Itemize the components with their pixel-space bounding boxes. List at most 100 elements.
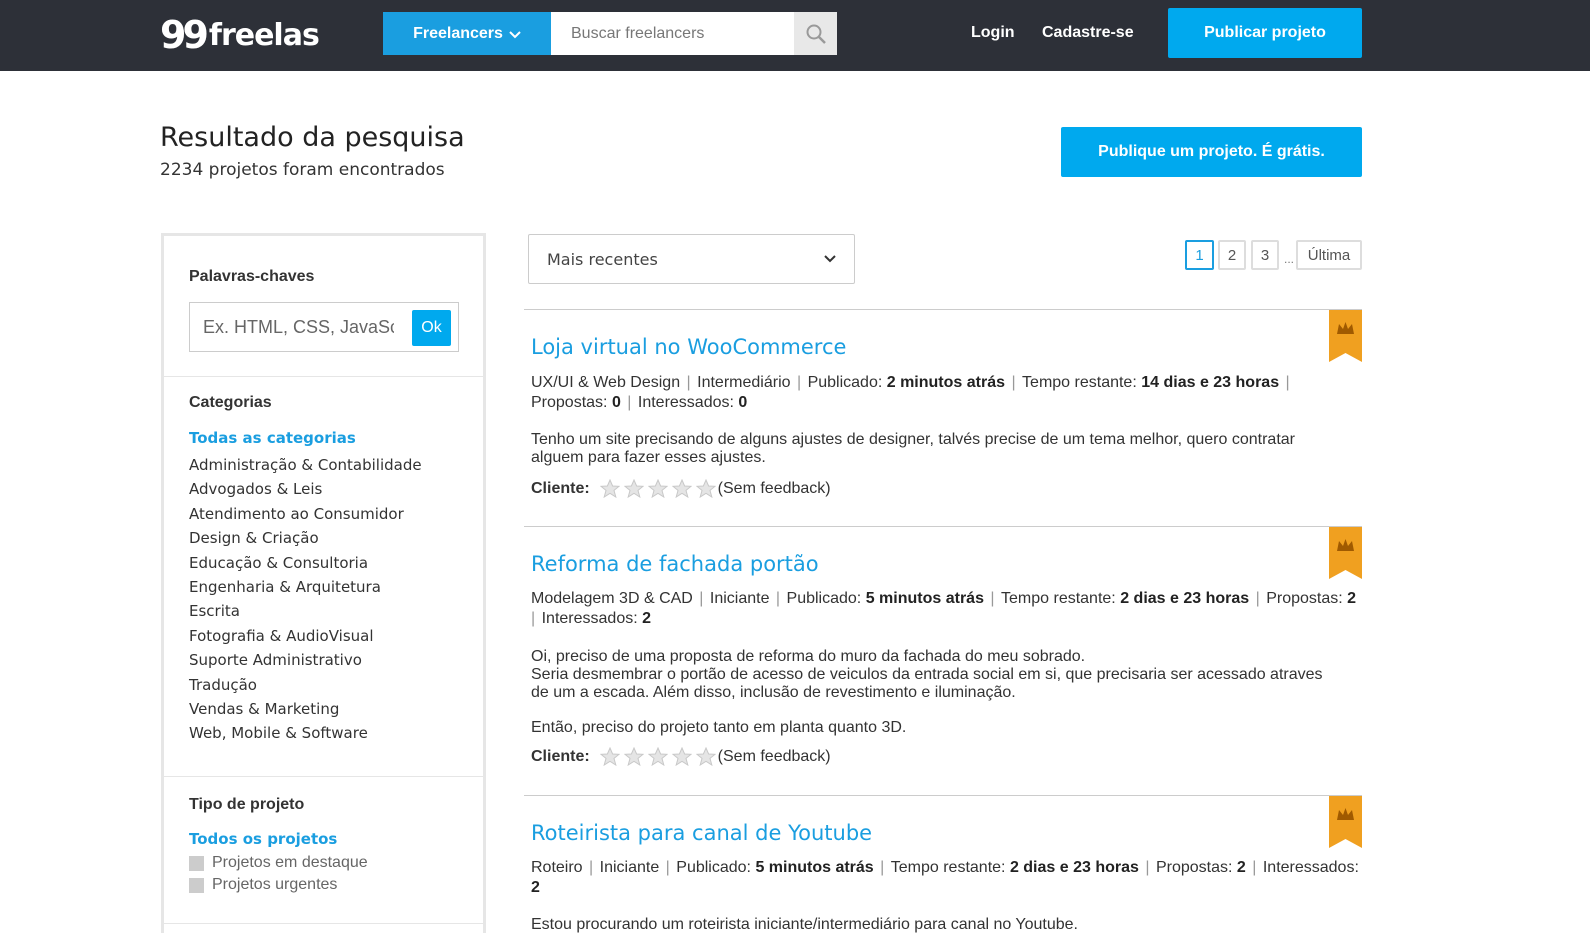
project-category[interactable]: Roteiro (531, 859, 583, 876)
project-description: Estou procurando um roteirista iniciante… (531, 916, 1331, 933)
project-category[interactable]: Modelagem 3D & CAD (531, 590, 693, 607)
category-item[interactable]: Escrita (189, 601, 422, 625)
category-item[interactable]: Administração & Contabilidade (189, 455, 422, 479)
keywords-input[interactable] (191, 304, 406, 350)
project-card: Roteirista para canal de Youtube Roteiro… (524, 795, 1362, 933)
description-paragraph: Tenho um site precisando de alguns ajust… (531, 431, 1295, 466)
featured-ribbon-icon (1329, 796, 1362, 848)
logo-number: 99 (160, 13, 209, 57)
rating-stars (599, 479, 716, 498)
proposals-label: Propostas: (1266, 590, 1343, 607)
project-card: Reforma de fachada portão Modelagem 3D &… (524, 526, 1362, 796)
top-navbar: 99 freelas Freelancers Login Cadastre-se… (0, 0, 1590, 71)
star-icon (647, 479, 668, 498)
category-item[interactable]: Design & Criação (189, 528, 422, 552)
no-feedback-label: (Sem feedback) (717, 479, 831, 497)
page-3-button[interactable]: 3 (1251, 240, 1279, 270)
interested-value: 2 (642, 610, 652, 627)
chevron-down-icon (824, 255, 836, 263)
logo[interactable]: 99 freelas (160, 13, 320, 57)
divider (164, 776, 483, 777)
divider (164, 923, 483, 924)
category-item[interactable]: Suporte Administrativo (189, 650, 422, 674)
proposals-value: 2 (1347, 590, 1357, 607)
interested-label: Interessados: (541, 610, 638, 627)
project-title[interactable]: Loja virtual no WooCommerce (531, 335, 846, 359)
project-level: Intermediário (697, 374, 791, 391)
proposals-label: Propostas: (1155, 859, 1233, 876)
search-icon (806, 24, 826, 44)
description-paragraph: Então, preciso do projeto tanto em plant… (531, 719, 907, 736)
category-item[interactable]: Web, Mobile & Software (189, 723, 422, 747)
proposals-label: Propostas: (531, 394, 608, 411)
page-title: Resultado da pesquisa (160, 122, 465, 153)
search-button[interactable] (794, 12, 837, 55)
filter-sidebar: Palavras-chaves Ok Categorias Todas as c… (161, 233, 486, 933)
keywords-heading: Palavras-chaves (189, 268, 315, 285)
project-title[interactable]: Roteirista para canal de Youtube (531, 821, 872, 845)
page-2-button[interactable]: 2 (1218, 240, 1246, 270)
page-1-button[interactable]: 1 (1185, 240, 1214, 270)
project-level: Iniciante (599, 859, 660, 876)
freelancers-dropdown[interactable]: Freelancers (383, 12, 551, 55)
search-input[interactable] (551, 12, 794, 55)
interested-value: 2 (531, 879, 540, 896)
description-paragraph: Estou procurando um roteirista iniciante… (531, 916, 1078, 933)
interested-value: 0 (738, 394, 748, 411)
project-meta: Modelagem 3D & CAD | Iniciante | Publica… (531, 590, 1357, 627)
category-item[interactable]: Tradução (189, 675, 422, 699)
project-description: Oi, preciso de uma proposta de reforma d… (531, 648, 1331, 737)
category-item[interactable]: Advogados & Leis (189, 479, 422, 503)
keywords-ok-button[interactable]: Ok (412, 310, 451, 346)
star-icon (623, 479, 644, 498)
star-icon (695, 479, 716, 498)
featured-projects-checkbox[interactable]: Projetos em destaque (189, 852, 368, 874)
login-link[interactable]: Login (971, 24, 1015, 42)
publish-free-button[interactable]: Publique um projeto. É grátis. (1061, 127, 1362, 177)
urgent-projects-checkbox[interactable]: Projetos urgentes (189, 874, 368, 896)
publish-project-button[interactable]: Publicar projeto (1168, 8, 1362, 58)
featured-ribbon-icon (1329, 310, 1362, 362)
remaining-value: 2 dias e 23 horas (1009, 859, 1139, 876)
remaining-label: Tempo restante: (1022, 374, 1137, 391)
checkbox-label: Projetos urgentes (212, 876, 338, 893)
proposals-value: 0 (611, 394, 621, 411)
category-item[interactable]: Fotografia & AudioVisual (189, 626, 422, 650)
no-feedback-label: (Sem feedback) (717, 747, 831, 765)
category-item[interactable]: Educação & Consultoria (189, 553, 422, 577)
freelancers-dropdown-label: Freelancers (413, 24, 503, 42)
published-value: 5 minutos atrás (865, 590, 984, 607)
category-item[interactable]: Vendas & Marketing (189, 699, 422, 723)
rating-stars (599, 747, 716, 766)
categories-heading: Categorias (189, 394, 272, 411)
project-title[interactable]: Reforma de fachada portão (531, 552, 819, 576)
sort-select[interactable]: Mais recentes (528, 234, 855, 284)
checkbox-box[interactable] (189, 877, 204, 893)
client-rating: Cliente: (Sem feedback) (531, 479, 831, 498)
star-icon (623, 747, 644, 766)
client-rating: Cliente: (Sem feedback) (531, 747, 831, 766)
featured-ribbon-icon (1329, 527, 1362, 579)
chevron-down-icon (509, 30, 521, 38)
description-paragraph: Oi, preciso de uma proposta de reforma d… (531, 648, 1086, 665)
signup-link[interactable]: Cadastre-se (1042, 24, 1134, 42)
category-item[interactable]: Engenharia & Arquitetura (189, 577, 422, 601)
project-card: Loja virtual no WooCommerce UX/UI & Web … (524, 309, 1362, 527)
published-label: Publicado: (786, 590, 862, 607)
project-type-options: Projetos em destaque Projetos urgentes (189, 852, 368, 896)
published-label: Publicado: (676, 859, 751, 876)
category-item[interactable]: Atendimento ao Consumidor (189, 504, 422, 528)
checkbox-box[interactable] (189, 855, 204, 871)
description-paragraph: Seria desmembrar o portão de acesso de v… (531, 666, 1323, 701)
checkbox-label: Projetos em destaque (212, 854, 368, 871)
published-value: 5 minutos atrás (755, 859, 874, 876)
keywords-box: Ok (189, 302, 459, 352)
all-projects-link[interactable]: Todos os projetos (189, 830, 337, 848)
remaining-value: 14 dias e 23 horas (1141, 374, 1280, 391)
project-meta: UX/UI & Web Design | Intermediário | Pub… (531, 374, 1290, 411)
published-label: Publicado: (807, 374, 883, 391)
all-categories-link[interactable]: Todas as categorias (189, 429, 356, 447)
client-label: Cliente: (531, 747, 590, 765)
last-page-button[interactable]: Última (1296, 240, 1362, 270)
project-category[interactable]: UX/UI & Web Design (531, 374, 680, 391)
